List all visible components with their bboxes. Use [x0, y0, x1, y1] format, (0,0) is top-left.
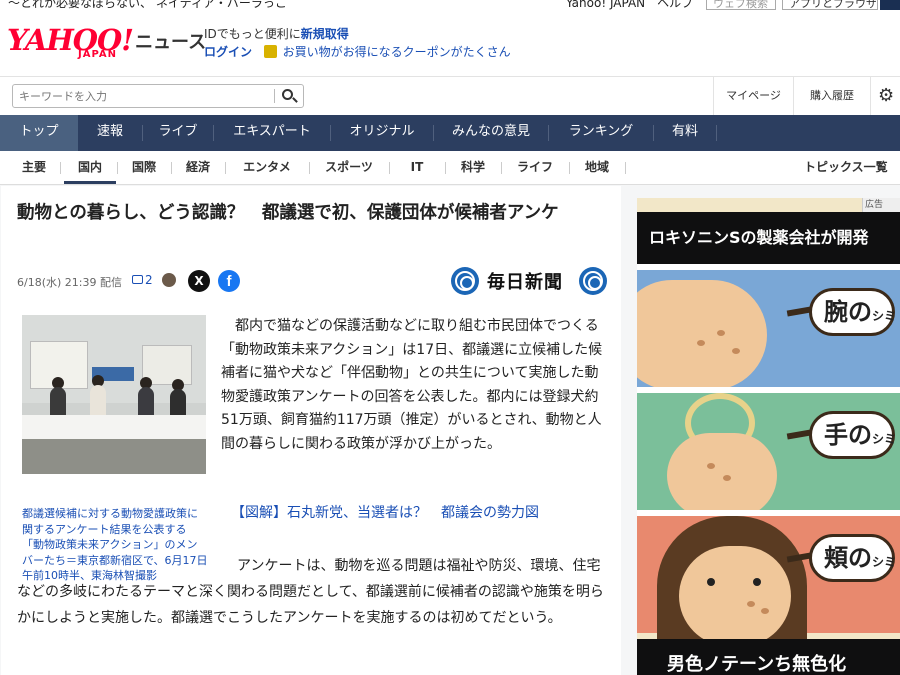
ad-spot	[697, 340, 705, 346]
photo-table	[22, 415, 206, 439]
signup-link[interactable]: 新規取得	[301, 27, 349, 41]
search-input[interactable]	[12, 84, 304, 108]
ad-spot	[761, 608, 769, 614]
category-tab-it[interactable]: IT	[390, 151, 444, 184]
category-tab-sports[interactable]: スポーツ	[310, 151, 388, 184]
source-name: 毎日新聞	[487, 272, 563, 293]
top-strip-links[interactable]: Yahoo! JAPAN ヘルプ	[566, 0, 693, 11]
category-nav: 主要 国内 国際 経済 エンタメ スポーツ IT 科学 ライフ 地域 トピックス…	[0, 151, 900, 185]
sidebar-ad[interactable]: ロキソニンSの製薬会社が開発 腕のシミ 手のシミ 頬のシミ 男色ノテーンち無色化	[637, 198, 900, 675]
main-nav-original[interactable]: オリジナル	[331, 115, 433, 151]
top-utility-strip: 〜とれか必要なぽらない、 ネイティア・バーラっこ Yahoo! JAPAN ヘル…	[0, 0, 900, 12]
ad-tag-suffix: シミ	[872, 555, 897, 569]
ad-tag-arm: 腕のシミ	[809, 288, 897, 336]
app-search-box[interactable]: アプリとブラウザ拡張	[782, 0, 878, 10]
article-photo[interactable]	[22, 315, 206, 474]
share-facebook-button[interactable]: f	[218, 270, 240, 292]
category-tab-local[interactable]: 地域	[570, 151, 624, 184]
coupon-icon	[263, 45, 277, 58]
mypage-link[interactable]: マイページ	[713, 77, 793, 116]
article-paragraph-2-text: アンケートは、動物を巡る問題は福祉や防災、環境、住宅などの多岐にわたるテーマと深…	[17, 558, 604, 626]
ad-tag-arm-text: 腕の	[824, 297, 872, 326]
ad-bottom-text: 男色ノテーンち無色化	[637, 639, 900, 675]
comment-count: 2	[145, 273, 153, 287]
related-article-link[interactable]: 【図解】石丸新党、当選者は？ 都議会の勢力図	[231, 502, 539, 522]
ad-headline: ロキソニンSの製薬会社が開発	[637, 212, 900, 264]
ad-spot	[723, 475, 731, 481]
site-header: YAHOO! JAPAN ニュース IDでもっと便利に新規取得 ログイン お買い…	[0, 12, 900, 76]
nav-divider	[716, 125, 717, 141]
gear-icon[interactable]: ⚙	[878, 87, 894, 105]
category-tab-main[interactable]: 主要	[8, 151, 60, 184]
coupon-link[interactable]: お買い物がお得になるクーポンがたくさん	[283, 45, 511, 59]
main-nav-live[interactable]: ライブ	[143, 115, 213, 151]
main-nav-breaking[interactable]: 速報	[78, 115, 142, 151]
photo-floor	[22, 439, 206, 474]
search-divider	[274, 89, 275, 103]
login-link[interactable]: ログイン	[204, 45, 252, 59]
ad-eye	[753, 578, 761, 586]
ad-label[interactable]: 広告	[862, 198, 900, 212]
ad-tag-suffix: シミ	[872, 309, 897, 323]
category-tab-international[interactable]: 国際	[118, 151, 170, 184]
ad-tag-hand: 手のシミ	[809, 411, 897, 459]
mainichi-globe-icon	[579, 267, 607, 295]
share-x-button[interactable]: X	[188, 270, 210, 292]
ad-eye	[707, 578, 715, 586]
category-divider	[625, 162, 626, 174]
id-promo: IDでもっと便利に新規取得	[204, 25, 349, 42]
yahoo-logo-sub: JAPAN	[78, 49, 117, 60]
category-divider	[60, 162, 61, 174]
category-tab-economy[interactable]: 経済	[172, 151, 224, 184]
ad-hand-illustration	[667, 433, 777, 518]
purchase-history-link[interactable]: 購入履歴	[793, 77, 870, 116]
id-promo-text: IDでもっと便利に	[204, 27, 301, 41]
article-card: 動物との暮らし、どう認識？ 都議選で初、保護団体が候補者アンケ 6/18(水) …	[1, 186, 621, 675]
ad-tag-cheek: 頬のシミ	[809, 534, 897, 582]
ad-tag-suffix: シミ	[872, 432, 897, 446]
search-button[interactable]	[278, 86, 300, 106]
search-icon-handle	[292, 97, 298, 103]
comment-icon	[132, 275, 143, 284]
article-paragraph-2: アンケートは、動物を巡る問題は福祉や防災、環境、住宅などの多岐にわたるテーマと深…	[17, 553, 611, 631]
category-tab-entertainment[interactable]: エンタメ	[226, 151, 308, 184]
ad-spot	[732, 348, 740, 354]
mainichi-globe-icon	[451, 267, 479, 295]
ad-face-illustration	[679, 546, 791, 646]
article-title: 動物との暮らし、どう認識？ 都議選で初、保護団体が候補者アンケ	[17, 203, 559, 223]
ad-spot	[717, 330, 725, 336]
web-search-box[interactable]: ウェブ検索	[706, 0, 776, 10]
topics-list-link[interactable]: トピックス一覧	[804, 151, 900, 184]
ad-tag-hand-text: 手の	[824, 420, 872, 449]
ad-panel-arm: 腕のシミ	[637, 264, 900, 390]
main-nav-top[interactable]: トップ	[0, 115, 78, 151]
source-logo[interactable]: 毎日新聞	[451, 266, 611, 298]
publish-date: 6/18(水) 21:39 配信	[17, 276, 122, 289]
category-tab-life[interactable]: ライフ	[502, 151, 568, 184]
ad-spot	[747, 601, 755, 607]
avatar	[162, 273, 176, 287]
article-paragraph-1: 都内で猫などの保護活動などに取り組む市民団体でつくる「動物政策未来アクション」は…	[221, 318, 603, 452]
search-row: マイページ 購入履歴 ⚙	[0, 76, 900, 116]
news-service-name[interactable]: ニュース	[135, 28, 206, 54]
ad-panel-cheek: 頬のシミ	[637, 510, 900, 646]
category-tab-science[interactable]: 科学	[446, 151, 500, 184]
top-strip-text: 〜とれか必要なぽらない、 ネイティア・バーラっこ	[8, 0, 287, 10]
login-row: ログイン お買い物がお得になるクーポンがたくさん	[204, 43, 511, 60]
main-nav: トップ 速報 ライブ エキスパート オリジナル みんなの意見 ランキング 有料	[0, 115, 900, 151]
ad-arm-illustration	[637, 280, 767, 390]
ad-spot	[707, 463, 715, 469]
comment-count-link[interactable]: 2	[132, 273, 153, 287]
ad-panel-hand: 手のシミ	[637, 387, 900, 518]
main-nav-paid[interactable]: 有料	[654, 115, 716, 151]
main-nav-expert[interactable]: エキスパート	[214, 115, 330, 151]
main-nav-opinions[interactable]: みんなの意見	[434, 115, 548, 151]
ad-tag-cheek-text: 頬の	[824, 543, 872, 572]
main-nav-ranking[interactable]: ランキング	[549, 115, 653, 151]
category-tab-domestic[interactable]: 国内	[64, 151, 116, 184]
top-search-button[interactable]	[880, 0, 900, 10]
